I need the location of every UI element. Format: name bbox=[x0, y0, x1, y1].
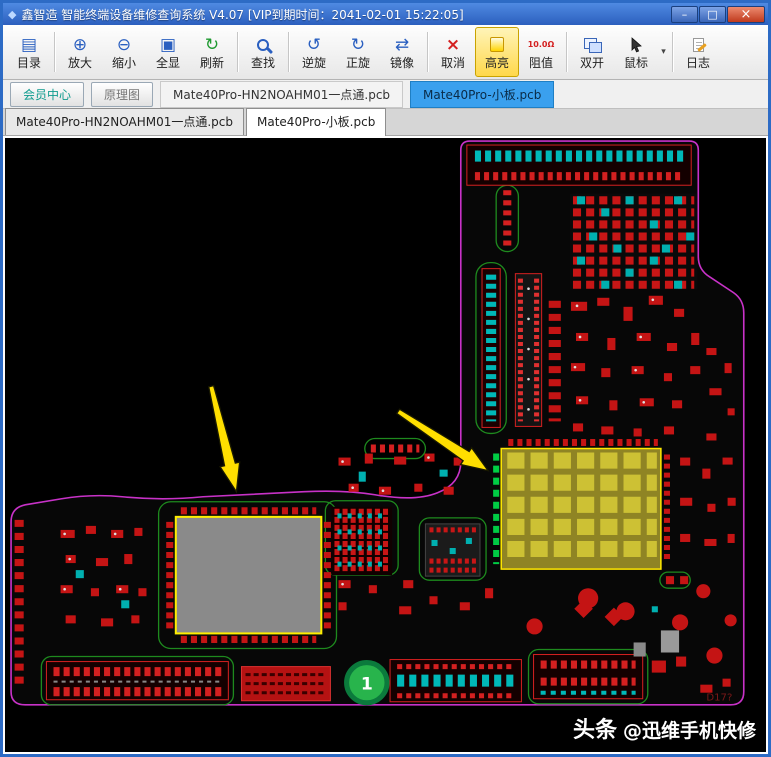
search-icon bbox=[257, 39, 269, 51]
highlighted-chip-right[interactable] bbox=[496, 442, 667, 569]
dual-window-button[interactable]: 双开 bbox=[570, 27, 614, 77]
window-title: 鑫智造 智能终端设备维修查询系统 V4.07 [VIP到期时间：2041-02-… bbox=[21, 6, 671, 23]
close-button[interactable]: × bbox=[727, 6, 765, 23]
dual-window-icon bbox=[584, 38, 601, 52]
catalog-icon: ▤ bbox=[19, 35, 39, 55]
mirror-icon: ⇄ bbox=[392, 35, 412, 55]
main-toolbar: ▤ 目录 ⊕ 放大 ⊖ 缩小 ▣ 全显 ↻ 刷新 查找 ↺ 逆旋 bbox=[3, 25, 768, 80]
mouse-cursor-icon bbox=[629, 37, 643, 53]
catalog-button[interactable]: ▤ 目录 bbox=[7, 27, 51, 77]
zoom-in-button[interactable]: ⊕ 放大 bbox=[58, 27, 102, 77]
mirror-button[interactable]: ⇄ 镜像 bbox=[380, 27, 424, 77]
rotate-cw-icon: ↻ bbox=[348, 35, 368, 55]
pcb-canvas[interactable]: 1 D17? 头条 @迅维手机快修 bbox=[5, 138, 766, 752]
zoom-out-button[interactable]: ⊖ 缩小 bbox=[102, 27, 146, 77]
log-icon bbox=[693, 38, 704, 52]
member-center-button[interactable]: 会员中心 bbox=[10, 82, 84, 107]
silkscreen-label: D17? bbox=[706, 693, 732, 704]
refresh-button[interactable]: ↻ 刷新 bbox=[190, 27, 234, 77]
arrow-left-chip bbox=[209, 386, 240, 492]
minimize-button[interactable]: – bbox=[671, 6, 698, 23]
app-logo-icon: ◆ bbox=[8, 8, 16, 21]
toolbar-separator bbox=[672, 32, 673, 72]
resistance-icon: 10.0Ω bbox=[528, 35, 555, 55]
watermark-brand: 头条 bbox=[573, 718, 617, 743]
step-marker: 1 bbox=[347, 663, 387, 703]
nav-tab-pcb-2[interactable]: Mate40Pro-小板.pcb bbox=[410, 81, 554, 108]
search-button[interactable]: 查找 bbox=[241, 27, 285, 77]
document-tabs: Mate40Pro-HN2NOAHM01一点通.pcb Mate40Pro-小板… bbox=[3, 109, 768, 136]
zoom-in-icon: ⊕ bbox=[70, 35, 90, 55]
cancel-icon: × bbox=[443, 35, 463, 55]
cancel-button[interactable]: × 取消 bbox=[431, 27, 475, 77]
step-marker-label: 1 bbox=[361, 675, 373, 695]
window-controls: – □ × bbox=[671, 6, 765, 23]
highlight-button[interactable]: 高亮 bbox=[475, 27, 519, 77]
zoom-out-icon: ⊖ bbox=[114, 35, 134, 55]
toolbar-separator bbox=[237, 32, 238, 72]
watermark: 头条 @迅维手机快修 bbox=[573, 712, 756, 744]
highlight-icon bbox=[490, 37, 504, 52]
highlighted-chip-left[interactable] bbox=[170, 511, 328, 640]
refresh-icon: ↻ bbox=[202, 35, 222, 55]
titlebar: ◆ 鑫智造 智能终端设备维修查询系统 V4.07 [VIP到期时间：2041-0… bbox=[3, 3, 768, 25]
resistance-button[interactable]: 10.0Ω 阻值 bbox=[519, 27, 563, 77]
pcb-viewer-frame: 1 D17? 头条 @迅维手机快修 bbox=[3, 136, 768, 754]
rotate-ccw-icon: ↺ bbox=[304, 35, 324, 55]
log-button[interactable]: 日志 bbox=[676, 27, 720, 77]
maximize-button[interactable]: □ bbox=[699, 6, 726, 23]
mouse-mode-button[interactable]: 鼠标 bbox=[614, 27, 658, 77]
nav-tab-pcb-1[interactable]: Mate40Pro-HN2NOAHM01一点通.pcb bbox=[160, 81, 403, 108]
app-window: ◆ 鑫智造 智能终端设备维修查询系统 V4.07 [VIP到期时间：2041-0… bbox=[0, 0, 771, 757]
doc-tab-pcb-1[interactable]: Mate40Pro-HN2NOAHM01一点通.pcb bbox=[5, 108, 244, 135]
doc-tab-pcb-2[interactable]: Mate40Pro-小板.pcb bbox=[246, 108, 386, 136]
fit-view-button[interactable]: ▣ 全显 bbox=[146, 27, 190, 77]
mouse-mode-dropdown[interactable]: ▾ bbox=[658, 27, 669, 77]
nav-row: 会员中心 原理图 Mate40Pro-HN2NOAHM01一点通.pcb Mat… bbox=[3, 80, 768, 109]
schematic-button[interactable]: 原理图 bbox=[91, 82, 153, 107]
fit-view-icon: ▣ bbox=[158, 35, 178, 55]
toolbar-separator bbox=[288, 32, 289, 72]
toolbar-separator bbox=[427, 32, 428, 72]
rotate-ccw-button[interactable]: ↺ 逆旋 bbox=[292, 27, 336, 77]
toolbar-separator bbox=[566, 32, 567, 72]
watermark-handle: @迅维手机快修 bbox=[623, 720, 756, 742]
rotate-cw-button[interactable]: ↻ 正旋 bbox=[336, 27, 380, 77]
toolbar-separator bbox=[54, 32, 55, 72]
